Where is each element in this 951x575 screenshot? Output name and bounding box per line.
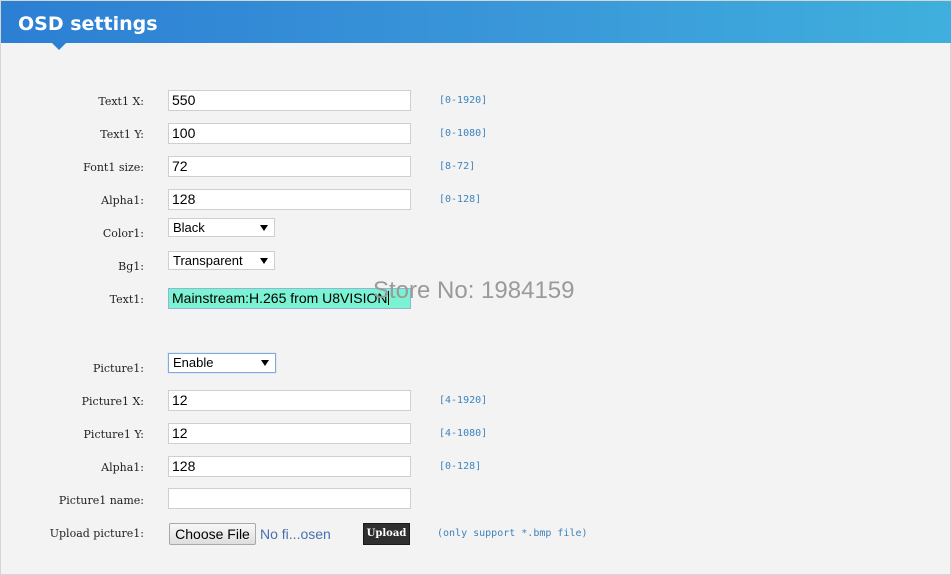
alpha1-text-input[interactable]: 128: [168, 189, 411, 210]
alpha1-picture-input[interactable]: 128: [168, 456, 411, 477]
text1-label: Text1:: [109, 293, 144, 306]
alpha1-picture-range: [0-128]: [439, 461, 482, 472]
picture1-x-label: Picture1 X:: [81, 395, 144, 408]
color1-select[interactable]: Black: [168, 218, 275, 237]
picture1-select[interactable]: Enable: [168, 353, 276, 373]
picture1-x-range: [4-1920]: [439, 395, 488, 406]
panel-header: OSD settings: [1, 1, 951, 43]
alpha1-text-range: [0-128]: [439, 194, 482, 205]
text1-x-label: Text1 X:: [98, 95, 144, 108]
font1-size-range: [8-72]: [439, 161, 476, 172]
picture1-selected: Enable: [173, 355, 214, 370]
text1-y-input[interactable]: 100: [168, 123, 411, 144]
chevron-down-icon: [261, 360, 269, 366]
text1-value: Mainstream:H.265 from U8VISION: [172, 290, 388, 306]
picture1-name-input[interactable]: [168, 488, 411, 509]
alpha1-text-label: Alpha1:: [101, 194, 144, 207]
picture1-y-label: Picture1 Y:: [83, 428, 144, 441]
picture1-y-range: [4-1080]: [439, 428, 488, 439]
upload-note: (only support *.bmp file): [437, 528, 588, 539]
picture1-y-input[interactable]: 12: [168, 423, 411, 444]
font1-size-label: Font1 size:: [83, 161, 144, 174]
picture1-label: Picture1:: [92, 362, 144, 375]
header-pointer: [52, 43, 66, 50]
file-status: No fi...osen: [260, 526, 331, 542]
picture1-name-label: Picture1 name:: [58, 494, 144, 507]
bg1-select[interactable]: Transparent: [168, 251, 275, 270]
alpha1-picture-label: Alpha1:: [101, 461, 144, 474]
text1-y-label: Text1 Y:: [100, 128, 144, 141]
text1-y-range: [0-1080]: [439, 128, 488, 139]
page-title: OSD settings: [18, 13, 158, 35]
bg1-selected: Transparent: [173, 253, 243, 268]
text1-x-range: [0-1920]: [439, 95, 488, 106]
font1-size-input[interactable]: 72: [168, 156, 411, 177]
text1-x-input[interactable]: 550: [168, 90, 411, 111]
osd-settings-panel: OSD settings Text1 X: 550 [0-1920] Text1…: [0, 0, 951, 575]
chevron-down-icon: [260, 258, 268, 264]
upload-picture1-label: Upload picture1:: [49, 527, 144, 540]
bg1-label: Bg1:: [118, 260, 144, 273]
store-watermark: Store No: 1984159: [373, 277, 575, 304]
color1-selected: Black: [173, 220, 205, 235]
choose-file-button[interactable]: Choose File: [169, 523, 256, 545]
upload-button[interactable]: Upload: [363, 523, 410, 545]
color1-label: Color1:: [102, 227, 144, 240]
chevron-down-icon: [260, 225, 268, 231]
picture1-x-input[interactable]: 12: [168, 390, 411, 411]
